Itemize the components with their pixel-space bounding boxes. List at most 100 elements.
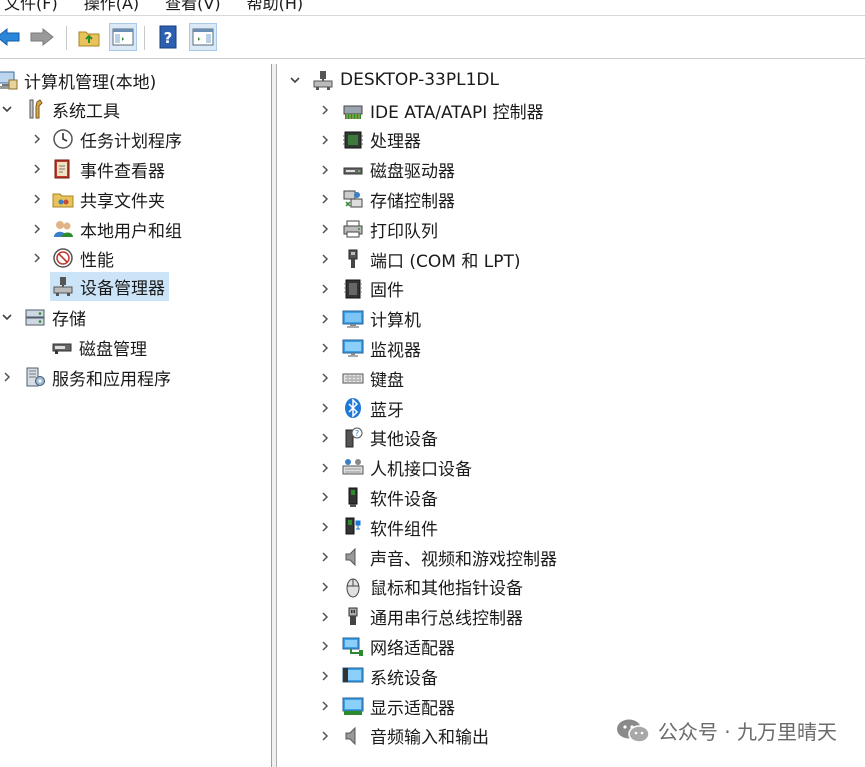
show-hide-tree-icon[interactable] [109,23,137,51]
tree-node-storage[interactable]: 存储 [0,303,86,331]
device-category-label: 键盘 [370,370,404,391]
processor-icon [342,129,364,151]
storage-controller-icon [342,188,364,210]
chevron-right-icon[interactable] [318,580,332,594]
storage-icon [24,306,46,328]
device-category-printer[interactable]: 打印队列 [318,215,438,243]
toolbar-separator [66,26,67,50]
device-category-label: 打印队列 [370,221,438,242]
device-category-software-component[interactable]: 软件组件 [318,513,438,541]
device-category-usb[interactable]: 通用串行总线控制器 [318,603,523,631]
pane-splitter[interactable] [272,64,277,767]
device-category-unknown-device[interactable]: ? 其他设备 [318,424,438,452]
chevron-right-icon[interactable] [318,341,332,355]
printer-icon [342,218,364,240]
tree-node-root[interactable]: 计算机管理(本地) [0,66,156,94]
device-category-monitor[interactable]: 监视器 [318,334,421,362]
device-category-label: 端口 (COM 和 LPT) [370,251,521,272]
device-category-port[interactable]: 端口 (COM 和 LPT) [318,245,521,273]
tree-node-local-users[interactable]: 本地用户和组 [30,215,182,243]
device-category-software-device[interactable]: 软件设备 [318,483,438,511]
device-category-audio-io[interactable]: 音频输入和输出 [318,722,489,750]
tree-node-performance[interactable]: 性能 [30,244,114,272]
chevron-right-icon[interactable] [318,163,332,177]
device-category-disk-drive[interactable]: 磁盘驱动器 [318,156,455,184]
menu-action[interactable]: 操作(A) [84,0,139,14]
toolbar: ? [0,17,865,59]
disk-drive-icon [342,159,364,181]
forward-icon[interactable] [28,23,56,51]
tree-node-event-viewer[interactable]: 事件查看器 [30,155,165,183]
device-category-speaker[interactable]: 声音、视频和游戏控制器 [318,543,557,571]
device-category-system-device[interactable]: 系统设备 [318,662,438,690]
watermark: 公众号 · 九万里晴天 [616,716,837,745]
tree-node-services-apps[interactable]: 服务和应用程序 [0,363,171,391]
up-folder-icon[interactable] [75,23,103,51]
chevron-right-icon[interactable] [318,371,332,385]
menu-help[interactable]: 帮助(H) [247,0,304,14]
tree-node-disk-management[interactable]: 磁盘管理 [51,333,147,361]
chevron-right-icon[interactable] [318,222,332,236]
device-category-network-adapter[interactable]: 网络适配器 [318,632,455,660]
chevron-right-icon[interactable] [30,251,44,265]
chevron-right-icon[interactable] [318,729,332,743]
network-adapter-icon [342,635,364,657]
tree-node-shared-folders[interactable]: 共享文件夹 [30,185,165,213]
chevron-right-icon[interactable] [318,252,332,266]
device-category-hid[interactable]: 人机接口设备 [318,454,472,482]
device-category-ide-controller[interactable]: IDE ATA/ATAPI 控制器 [318,96,544,124]
device-category-label: 软件组件 [370,519,438,540]
chevron-right-icon[interactable] [318,699,332,713]
tree-node-system-tools[interactable]: 系统工具 [0,95,120,123]
device-category-processor[interactable]: 处理器 [318,126,421,154]
chevron-right-icon[interactable] [318,431,332,445]
chevron-right-icon[interactable] [30,162,44,176]
chevron-right-icon[interactable] [30,192,44,206]
device-category-label: 其他设备 [370,430,438,451]
device-category-mouse[interactable]: 鼠标和其他指针设备 [318,573,523,601]
chevron-right-icon[interactable] [318,192,332,206]
system-tools-icon [24,98,46,120]
device-tree-root[interactable]: DESKTOP-33PL1DL [288,66,499,94]
chevron-right-icon[interactable] [318,639,332,653]
menu-file[interactable]: 文件(F) [4,0,58,14]
back-icon[interactable] [0,23,22,51]
chevron-right-icon[interactable] [318,103,332,117]
chevron-right-icon[interactable] [30,222,44,236]
device-category-computer[interactable]: 计算机 [318,305,421,333]
chevron-right-icon[interactable] [0,370,14,384]
tree-label: 计算机管理(本地) [24,72,157,93]
computer-icon [342,308,364,330]
chevron-right-icon[interactable] [318,461,332,475]
help-icon[interactable]: ? [154,23,182,51]
menu-view[interactable]: 查看(V) [165,0,220,14]
usb-icon [342,606,364,628]
chevron-right-icon[interactable] [318,490,332,504]
action-pane-icon[interactable] [189,23,217,51]
tree-node-device-manager[interactable]: 设备管理器 [50,271,169,301]
device-category-label: 网络适配器 [370,638,455,659]
device-category-display-adapter[interactable]: 显示适配器 [318,692,455,720]
chevron-down-icon[interactable] [0,310,14,324]
chevron-right-icon[interactable] [318,520,332,534]
device-category-storage-controller[interactable]: 存储控制器 [318,185,455,213]
chevron-right-icon[interactable] [318,669,332,683]
device-category-keyboard[interactable]: 键盘 [318,364,404,392]
system-device-icon [342,665,364,687]
chevron-right-icon[interactable] [318,550,332,564]
device-category-label: 软件设备 [370,489,438,510]
tree-node-task-scheduler[interactable]: 任务计划程序 [30,125,182,153]
chevron-right-icon[interactable] [30,132,44,146]
chevron-down-icon[interactable] [288,73,302,87]
chevron-right-icon[interactable] [318,282,332,296]
chevron-right-icon[interactable] [318,610,332,624]
device-category-bluetooth[interactable]: 蓝牙 [318,394,404,422]
unknown-device-icon: ? [342,427,364,449]
chevron-right-icon[interactable] [318,401,332,415]
chevron-right-icon[interactable] [318,312,332,326]
chevron-right-icon[interactable] [318,133,332,147]
chevron-down-icon[interactable] [0,102,14,116]
wechat-logo-icon [616,718,650,744]
device-category-firmware[interactable]: 固件 [318,275,404,303]
device-category-label: 显示适配器 [370,698,455,719]
